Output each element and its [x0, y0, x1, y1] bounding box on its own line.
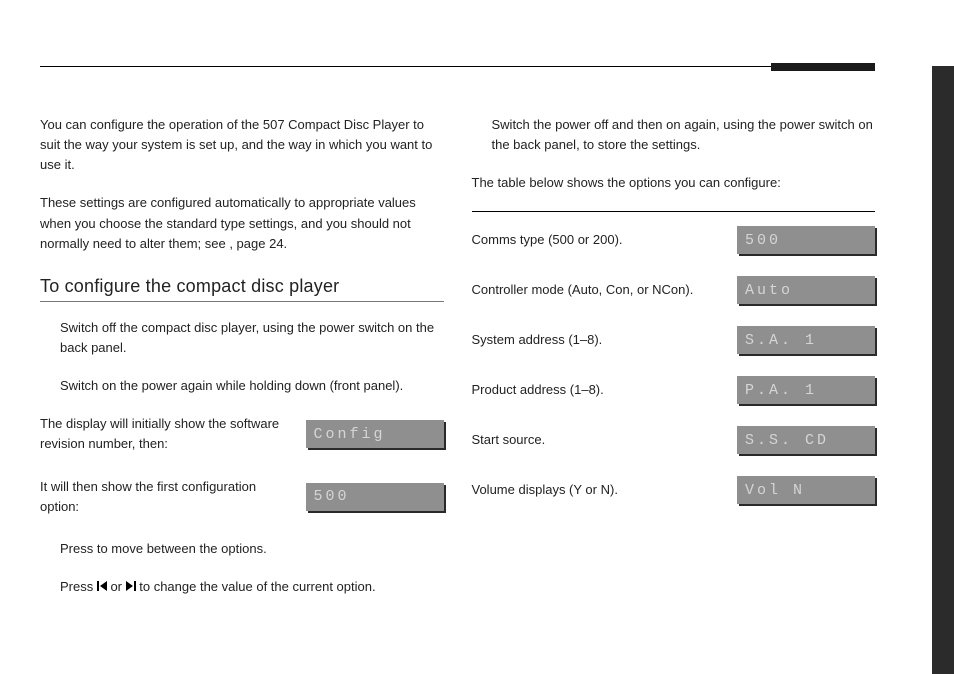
section-rule [40, 301, 444, 302]
display-row-2-text: It will then show the first configuratio… [40, 477, 290, 517]
left-column: You can configure the operation of the 5… [40, 115, 444, 615]
options-table: Comms type (500 or 200). 500 Controller mo… [472, 226, 876, 504]
store-settings: Switch the power off and then on again, … [492, 115, 876, 155]
step-2b: (front panel). [330, 378, 404, 393]
press-change: Press or to change the value of the curr… [60, 577, 444, 597]
option-label: Controller mode (Auto, Con, or NCon). [472, 281, 722, 299]
table-intro: The table below shows the options you ca… [472, 173, 876, 193]
option-row: Product address (1–8). P.A. 1 [472, 376, 876, 404]
option-label: Volume displays (Y or N). [472, 481, 722, 499]
display-row-2: It will then show the first configuratio… [40, 477, 444, 517]
step-1: Switch off the compact disc player, usin… [60, 318, 444, 358]
option-label: Comms type (500 or 200). [472, 231, 722, 249]
prev-track-icon [97, 581, 107, 591]
intro-paragraph-1: You can configure the operation of the 5… [40, 115, 444, 175]
intro2-b: , page 24. [229, 236, 287, 251]
press-move-b: to move between the options. [97, 541, 267, 556]
press-move-a: Press [60, 541, 97, 556]
option-label: Product address (1–8). [472, 381, 722, 399]
option-label: Start source. [472, 431, 722, 449]
option-label: System address (1–8). [472, 331, 722, 349]
option-row: Controller mode (Auto, Con, or NCon). Aut… [472, 276, 876, 304]
options-table-rule [472, 211, 876, 212]
option-row: Start source. S.S. CD [472, 426, 876, 454]
step-2: Switch on the power again while holding … [60, 376, 444, 396]
option-row: Volume displays (Y or N). Vol N [472, 476, 876, 504]
option-lcd: S.A. 1 [737, 326, 875, 354]
section-heading: To configure the compact disc player [40, 276, 444, 297]
display-row-1-text: The display will initially show the soft… [40, 414, 290, 454]
press-change-b: or [107, 579, 126, 594]
press-change-c: to change the value of the current optio… [136, 579, 376, 594]
display-row-1: The display will initially show the soft… [40, 414, 444, 454]
lcd-config: Config [306, 420, 444, 448]
option-row: System address (1–8). S.A. 1 [472, 326, 876, 354]
page-edge-tab [932, 66, 954, 674]
page: You can configure the operation of the 5… [0, 66, 915, 615]
option-lcd: Auto [737, 276, 875, 304]
option-lcd: 500 [737, 226, 875, 254]
option-lcd: S.S. CD [737, 426, 875, 454]
header-rule [40, 66, 875, 67]
right-column: Switch the power off and then on again, … [472, 115, 876, 615]
next-track-icon [126, 581, 136, 591]
lcd-first-option: 500 [306, 483, 444, 511]
option-row: Comms type (500 or 200). 500 [472, 226, 876, 254]
step-2a: Switch on the power again while holding … [60, 378, 330, 393]
press-change-a: Press [60, 579, 97, 594]
intro-paragraph-2: These settings are configured automatica… [40, 193, 444, 253]
press-move: Press to move between the options. [60, 539, 444, 559]
option-lcd: Vol N [737, 476, 875, 504]
header-block [771, 63, 875, 71]
option-lcd: P.A. 1 [737, 376, 875, 404]
intro2-a: These settings are configured automatica… [40, 195, 416, 250]
